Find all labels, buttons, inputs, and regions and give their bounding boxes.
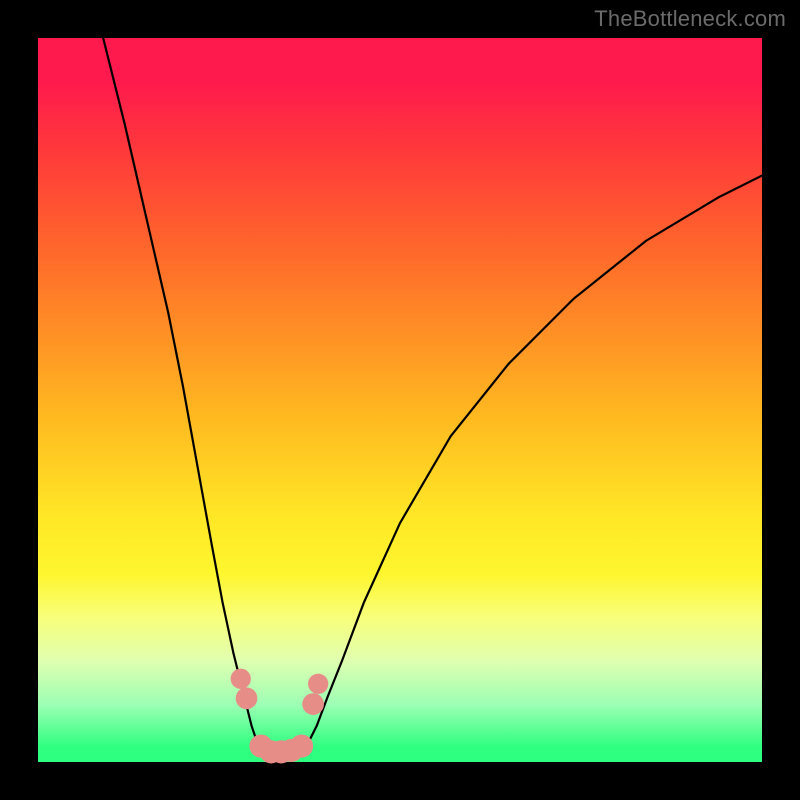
markers-group [231, 669, 329, 764]
curves-group [103, 38, 762, 755]
marker-dot-7 [302, 693, 324, 715]
chart-frame: TheBottleneck.com [0, 0, 800, 800]
series-right-curve [306, 176, 762, 748]
series-left-curve [103, 38, 259, 748]
marker-dot-1 [236, 687, 258, 709]
marker-dot-8 [308, 674, 328, 694]
plot-area [38, 38, 762, 762]
marker-dot-6 [290, 734, 313, 757]
curve-layer [38, 38, 762, 762]
marker-dot-0 [231, 669, 251, 689]
watermark-text: TheBottleneck.com [594, 6, 786, 32]
